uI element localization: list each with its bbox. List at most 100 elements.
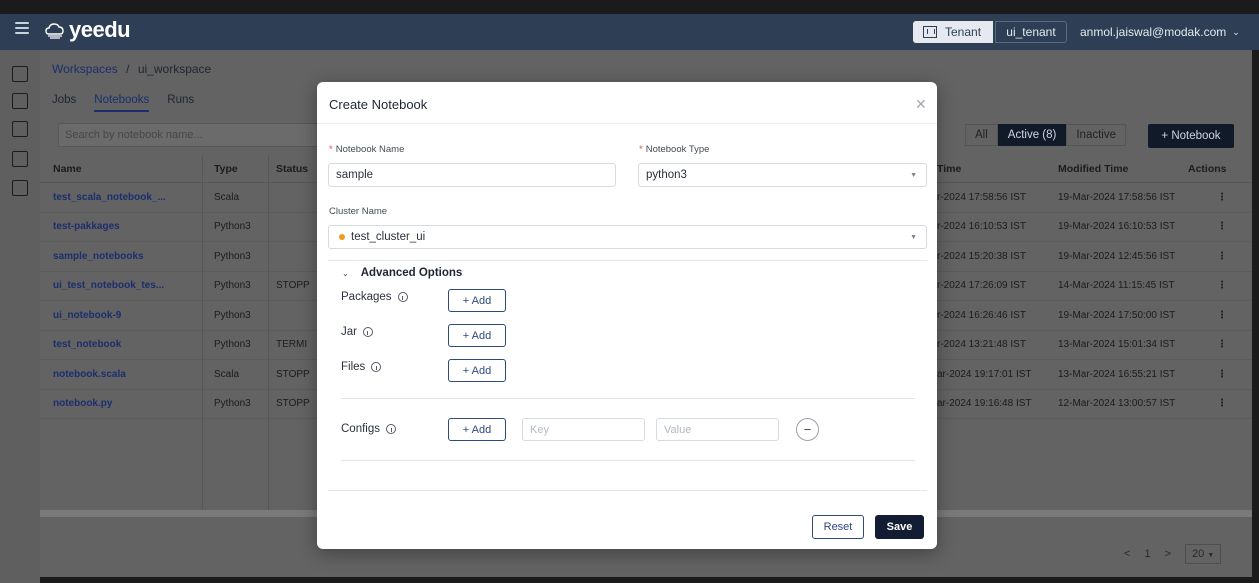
modified-time: 19-Mar-2024 16:10:53 IST — [1058, 221, 1176, 233]
tab-runs[interactable]: Runs — [167, 94, 194, 112]
more-actions-icon[interactable]: ⋮ — [1217, 221, 1227, 232]
notebook-name-input[interactable]: sample — [328, 163, 616, 187]
building-icon — [923, 26, 937, 38]
cluster-name-value: test_cluster_ui — [351, 231, 426, 243]
notebook-type: Python3 — [214, 398, 251, 410]
col-type[interactable]: Type — [214, 163, 238, 175]
tenant-value[interactable]: ui_tenant — [995, 21, 1067, 43]
prev-page-button[interactable]: < — [1124, 548, 1130, 560]
chevron-down-icon: ⌄ — [342, 268, 349, 278]
more-actions-icon[interactable]: ⋮ — [1217, 310, 1227, 321]
terminal-icon[interactable] — [12, 180, 28, 196]
window-edge — [1252, 50, 1259, 583]
notebook-type: Scala — [214, 191, 240, 203]
notebook-name-link[interactable]: ui_notebook-9 — [53, 310, 121, 321]
cluster-name-select[interactable]: test_cluster_ui ▼ — [328, 225, 927, 249]
notebook-name-link[interactable]: sample_notebooks — [53, 251, 144, 262]
cluster-icon[interactable] — [12, 151, 28, 167]
tab-jobs[interactable]: Jobs — [52, 94, 76, 112]
required-mark: * — [639, 144, 643, 155]
info-icon[interactable] — [362, 327, 373, 337]
remove-config-button[interactable]: − — [796, 418, 819, 441]
notebook-icon[interactable] — [12, 66, 28, 82]
more-actions-icon[interactable]: ⋮ — [1217, 339, 1227, 350]
jar-label: Jar — [341, 326, 373, 338]
tab-notebooks[interactable]: Notebooks — [94, 94, 150, 112]
notebook-status: TERMI — [276, 339, 308, 351]
breadcrumb-separator: / — [126, 62, 130, 76]
notebook-type: Python3 — [214, 221, 251, 233]
save-button[interactable]: Save — [875, 515, 924, 539]
config-key-input[interactable]: Key — [522, 418, 645, 441]
status-filters: All Active (8) Inactive — [965, 124, 1126, 146]
divider — [341, 398, 915, 399]
advanced-options-toggle[interactable]: ⌄ Advanced Options — [342, 267, 462, 279]
col-actions: Actions — [1188, 162, 1227, 175]
created-time: r-2024 15:20:38 IST — [937, 250, 1026, 262]
notebook-name-link[interactable]: notebook.scala — [53, 369, 126, 380]
dialog-header-divider — [317, 123, 937, 124]
more-actions-icon[interactable]: ⋮ — [1217, 369, 1227, 380]
workspace-icon[interactable] — [12, 121, 28, 137]
user-menu[interactable]: anmol.jaiswal@modak.com ⌄ — [1080, 21, 1240, 43]
packages-label: Packages — [341, 291, 408, 303]
col-created-time[interactable]: Time — [937, 163, 961, 175]
yeedu-logo[interactable]: yeedu — [45, 17, 131, 43]
chevron-down-icon: ▼ — [910, 172, 917, 179]
tenant-button[interactable]: Tenant — [913, 21, 993, 43]
dashboard-icon[interactable] — [12, 93, 28, 109]
col-status[interactable]: Status — [276, 163, 308, 175]
more-actions-icon[interactable]: ⋮ — [1217, 251, 1227, 262]
modified-time: 19-Mar-2024 17:50:00 IST — [1058, 309, 1176, 321]
modified-time: 12-Mar-2024 13:00:57 IST — [1058, 398, 1176, 410]
notebook-name-link[interactable]: test-pakkages — [53, 221, 120, 232]
created-time: r-2024 17:58:56 IST — [937, 191, 1026, 203]
col-modified-time[interactable]: Modified Time — [1058, 163, 1128, 175]
add-config-button[interactable]: + Add — [448, 418, 506, 441]
notebook-type-value: python3 — [646, 169, 687, 181]
notebook-type-select[interactable]: python3 ▼ — [638, 163, 927, 187]
notebook-status: STOPP — [276, 280, 310, 292]
notebook-name-link[interactable]: test_scala_notebook_... — [53, 192, 166, 203]
notebook-name-link[interactable]: test_notebook — [53, 339, 121, 350]
current-page[interactable]: 1 — [1144, 548, 1150, 560]
tenant-label: Tenant — [945, 25, 982, 39]
more-actions-icon[interactable]: ⋮ — [1217, 398, 1227, 409]
breadcrumb-workspaces[interactable]: Workspaces — [52, 62, 118, 76]
reset-button[interactable]: Reset — [812, 515, 864, 539]
divider — [328, 490, 927, 491]
info-icon[interactable] — [371, 362, 382, 372]
add-jar-button[interactable]: + Add — [448, 324, 506, 347]
filter-active[interactable]: Active (8) — [997, 124, 1067, 146]
col-name[interactable]: Name — [53, 163, 82, 175]
workspace-tabs: Jobs Notebooks Runs — [52, 94, 194, 112]
files-label: Files — [341, 361, 382, 373]
minus-icon: − — [803, 422, 812, 437]
notebook-name-link[interactable]: ui_test_notebook_tes... — [53, 280, 164, 291]
modified-time: 13-Mar-2024 15:01:34 IST — [1058, 339, 1176, 351]
more-actions-icon[interactable]: ⋮ — [1217, 192, 1227, 203]
close-icon[interactable]: ✕ — [915, 97, 927, 111]
notebook-search-input[interactable]: Search by notebook name... — [58, 123, 328, 147]
more-actions-icon[interactable]: ⋮ — [1217, 280, 1227, 291]
next-page-button[interactable]: > — [1165, 548, 1171, 560]
notebook-name-value: sample — [336, 169, 374, 181]
info-icon[interactable] — [397, 292, 408, 302]
add-notebook-button[interactable]: + Notebook — [1148, 124, 1234, 148]
header-bar: yeedu Tenant ui_tenant anmol.jaiswal@mod… — [0, 14, 1259, 50]
menu-icon[interactable] — [15, 22, 29, 34]
page-size-select[interactable]: 20 ▼ — [1185, 544, 1222, 564]
modified-time: 14-Mar-2024 11:15:45 IST — [1058, 280, 1175, 292]
cloud-logo-icon — [45, 23, 64, 39]
add-file-button[interactable]: + Add — [448, 359, 506, 382]
filter-all[interactable]: All — [965, 124, 998, 146]
info-icon[interactable] — [386, 424, 396, 434]
filter-inactive[interactable]: Inactive — [1066, 124, 1126, 146]
notebook-name-link[interactable]: notebook.py — [53, 398, 112, 409]
config-value-input[interactable]: Value — [656, 418, 779, 441]
breadcrumb-current: ui_workspace — [137, 62, 212, 76]
created-time: ar-2024 19:17:01 IST — [937, 368, 1032, 380]
created-time: r-2024 17:26:09 IST — [937, 280, 1026, 292]
add-package-button[interactable]: + Add — [448, 289, 506, 312]
chevron-down-icon: ▼ — [910, 234, 917, 241]
